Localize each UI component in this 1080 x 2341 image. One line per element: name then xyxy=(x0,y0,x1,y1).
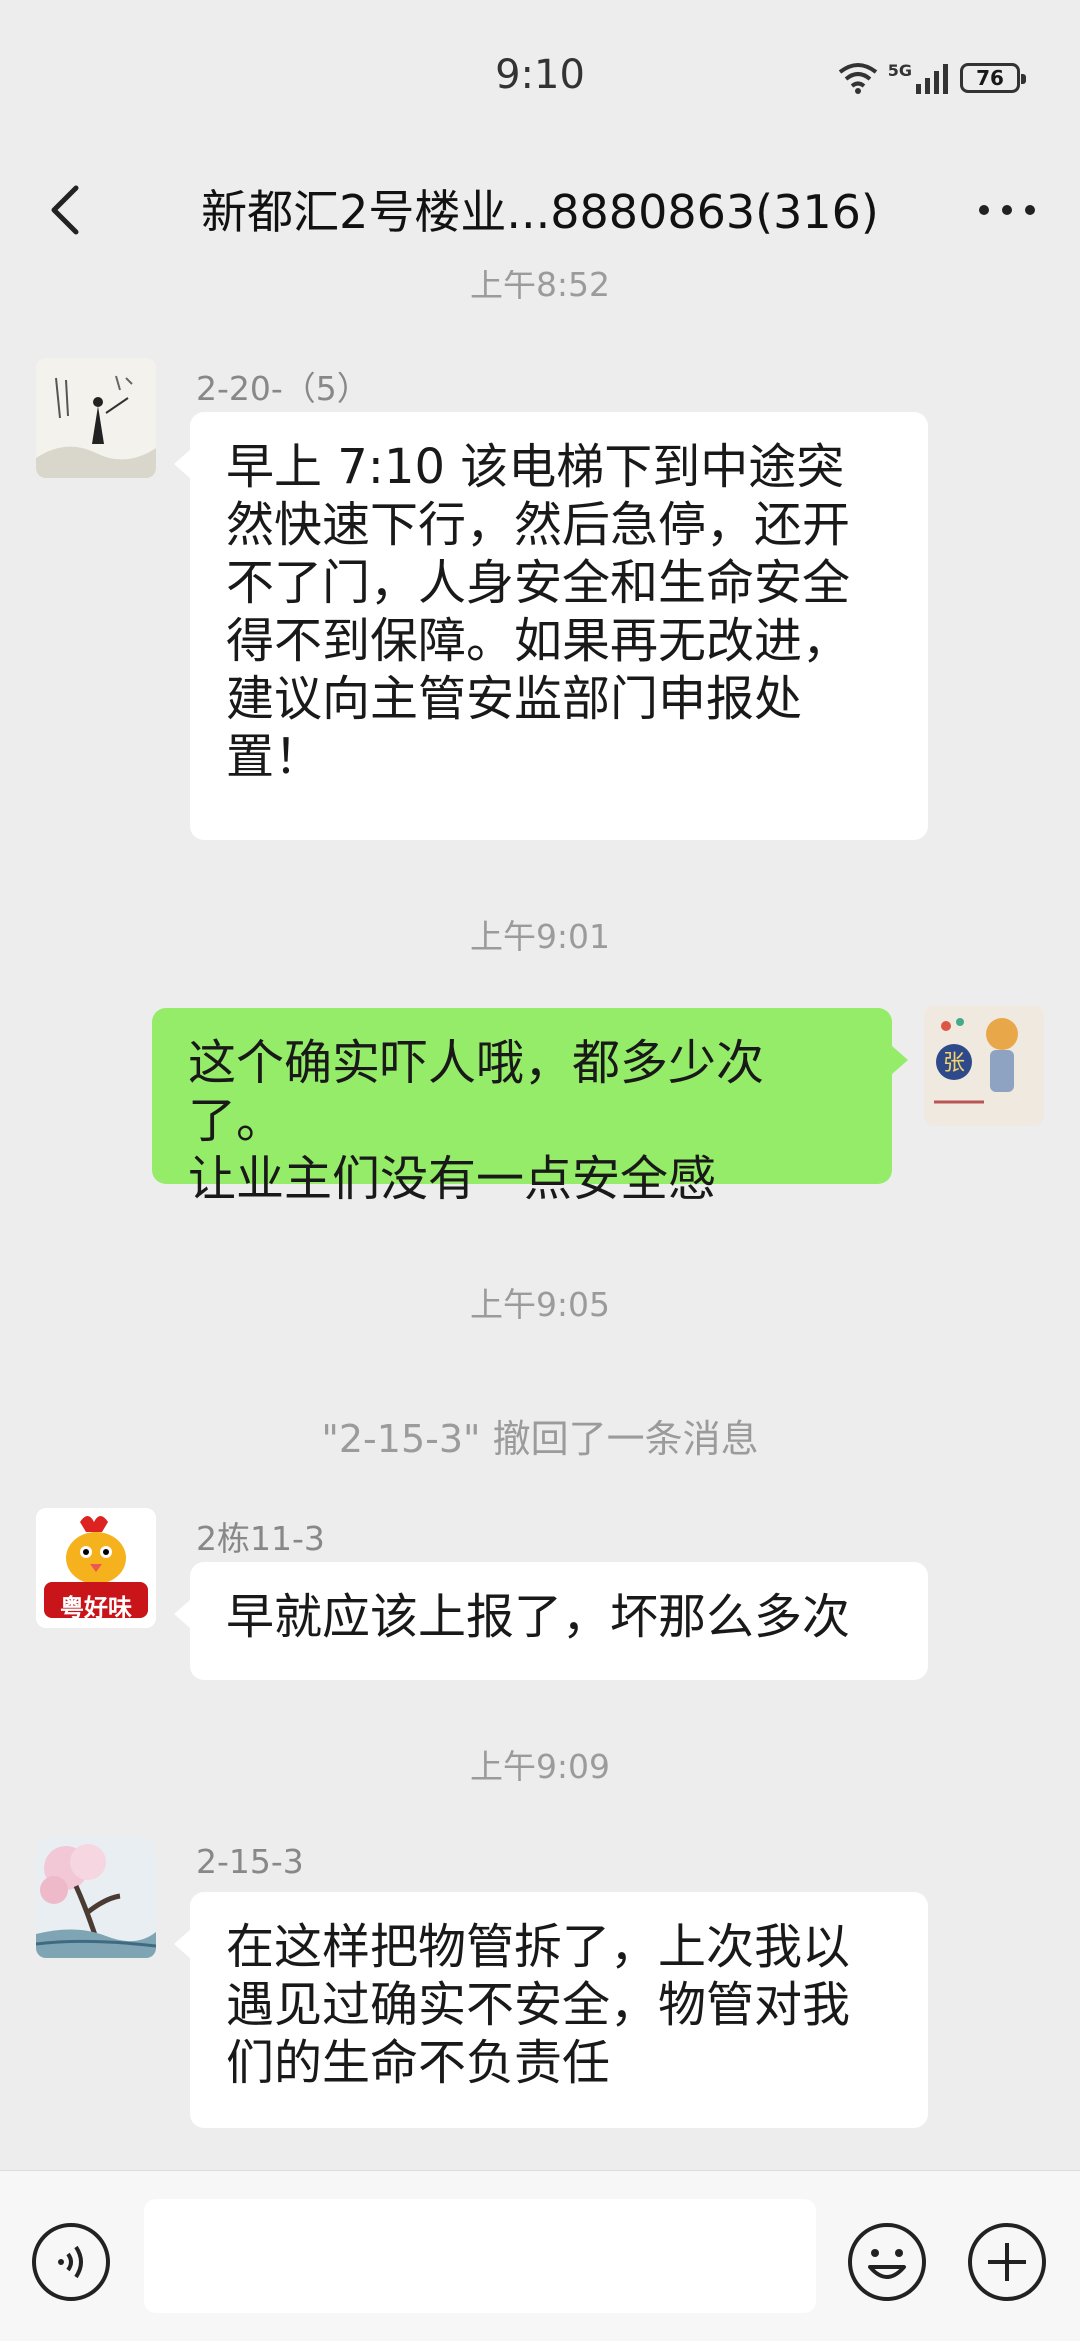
message-bubble[interactable]: 这个确实吓人哦，都多少次了。 让业主们没有一点安全感 xyxy=(152,1008,908,1207)
sender-avatar[interactable]: 粤好味 xyxy=(36,1508,156,1628)
network-label: 5G xyxy=(887,60,912,80)
message-line: 让业主们没有一点安全感 xyxy=(188,1151,717,1207)
back-arrow-icon[interactable] xyxy=(38,180,98,240)
message-input[interactable] xyxy=(144,2199,816,2313)
message-timestamp: 上午8:52 xyxy=(469,270,611,304)
message-bubble[interactable]: 早就应该上报了，坏那么多次 xyxy=(174,1562,928,1680)
signal-icon xyxy=(916,64,948,94)
message-bubble[interactable]: 在这样把物管拆了，上次我以 遇见过确实不安全，物管对我 们的生命不负责任 xyxy=(174,1892,928,2128)
blossom-tree-avatar xyxy=(36,1838,156,1958)
sender-avatar[interactable] xyxy=(36,358,156,478)
more-options-icon[interactable] xyxy=(972,180,1042,240)
wifi-icon xyxy=(838,63,877,94)
message-line: 然快速下行，然后急停，还开 xyxy=(226,497,851,553)
cartoon-girl-avatar: 张 xyxy=(924,1006,1044,1126)
sender-name: 2-20-（5） xyxy=(196,369,370,408)
avatar-logo-text: 粤好味 xyxy=(60,1594,132,1622)
ink-painting-avatar xyxy=(36,358,156,478)
recall-notice: "2-15-3" 撤回了一条消息 xyxy=(321,1417,759,1461)
message-line: 们的生命不负责任 xyxy=(226,2035,611,2091)
status-icons: 5G 76 xyxy=(838,58,1026,98)
input-bar xyxy=(0,2170,1080,2341)
chat-title[interactable]: 新都汇2号楼业...8880863(316) xyxy=(120,176,960,242)
battery-icon: 76 xyxy=(960,63,1026,93)
message-timestamp: 上午9:05 xyxy=(469,1285,611,1324)
sender-name: 2-15-3 xyxy=(196,1842,304,1881)
chat-header: 新都汇2号楼业...8880863(316) xyxy=(0,150,1080,270)
message-line: 早上 7:10 该电梯下到中途突 xyxy=(226,439,845,495)
message-list[interactable]: 上午8:52 2-20-（5） 早上 7:10 该电梯下到中途突 然快速下行，然… xyxy=(0,270,1080,2170)
svg-text:张: 张 xyxy=(943,1051,965,1076)
message-line: 在这样把物管拆了，上次我以 xyxy=(226,1919,851,1975)
message-line: 得不到保障。如果再无改进， xyxy=(226,613,851,669)
status-bar: 9:10 5G 76 xyxy=(0,0,1080,150)
sender-name: 2栋11-3 xyxy=(196,1519,325,1558)
battery-level: 76 xyxy=(976,66,1004,90)
message-timestamp: 上午9:01 xyxy=(469,917,611,956)
message-line: 早就应该上报了，坏那么多次 xyxy=(226,1589,851,1645)
my-avatar[interactable]: 张 xyxy=(924,1006,1044,1126)
voice-input-icon[interactable] xyxy=(30,2221,112,2303)
emoji-icon[interactable] xyxy=(846,2221,928,2303)
message-bubble[interactable]: 早上 7:10 该电梯下到中途突 然快速下行，然后急停，还开 不了门，人身安全和… xyxy=(174,412,928,840)
message-line: 建议向主管安监部门申报处 xyxy=(226,671,803,727)
message-line: 不了门，人身安全和生命安全 xyxy=(226,555,851,611)
sender-avatar[interactable] xyxy=(36,1838,156,1958)
message-line: 置！ xyxy=(226,729,323,785)
plus-icon[interactable] xyxy=(966,2221,1048,2303)
message-timestamp: 上午9:09 xyxy=(469,1747,611,1786)
message-line: 遇见过确实不安全，物管对我 xyxy=(226,1977,851,2033)
message-line: 这个确实吓人哦，都多少次了。 xyxy=(188,1035,765,1149)
